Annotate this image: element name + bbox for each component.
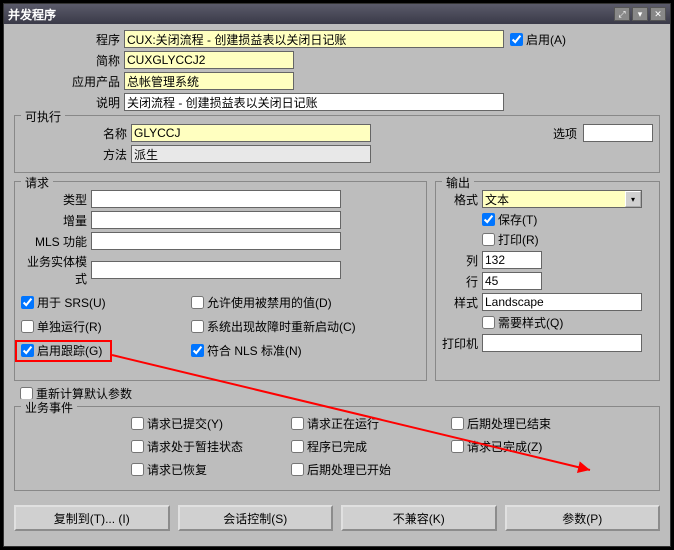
program-field[interactable] — [124, 30, 504, 48]
printer-field[interactable] — [482, 334, 642, 352]
save-checkbox[interactable]: 保存(T) — [482, 211, 537, 228]
need-style-checkbox[interactable]: 需要样式(Q) — [482, 314, 563, 331]
short-label: 简称 — [14, 52, 124, 69]
entity-field[interactable] — [91, 261, 341, 279]
mls-field[interactable] — [91, 232, 341, 250]
running-checkbox[interactable]: 请求正在运行 — [291, 415, 451, 432]
incr-field[interactable] — [91, 211, 341, 229]
window-title: 并发程序 — [8, 6, 614, 23]
mls-label: MLS 功能 — [21, 233, 91, 250]
col-label: 列 — [442, 252, 482, 269]
alone-checkbox[interactable]: 单独运行(R) — [21, 317, 191, 335]
incr-label: 增量 — [21, 212, 91, 229]
chevron-down-icon[interactable]: ▾ — [625, 191, 641, 207]
style-label: 样式 — [442, 294, 482, 311]
submitted-checkbox[interactable]: 请求已提交(Y) — [131, 415, 291, 432]
biz-group: 业务事件 请求已提交(Y) 请求正在运行 后期处理已结束 请求处于暂挂状态 程序… — [14, 406, 660, 491]
format-select[interactable] — [482, 190, 642, 208]
trace-checkbox[interactable]: 启用跟踪(G) — [21, 341, 191, 359]
paused-checkbox[interactable]: 请求处于暂挂状态 — [131, 438, 291, 455]
options-label: 选项 — [553, 125, 583, 142]
row-field[interactable] — [482, 272, 542, 290]
nls-checkbox[interactable]: 符合 NLS 标准(N) — [191, 341, 361, 359]
incompat-button[interactable]: 不兼容(K) — [341, 505, 497, 531]
exec-name-field[interactable] — [131, 124, 371, 142]
type-label: 类型 — [21, 191, 91, 208]
method-label: 方法 — [21, 146, 131, 163]
request-group: 请求 类型 增量 MLS 功能 业务实体模式 用于 SRS(U) 允许使用被禁用… — [14, 181, 427, 381]
title-bar: 并发程序 ⤢ ▾ ✕ — [4, 4, 670, 24]
params-button[interactable]: 参数(P) — [505, 505, 661, 531]
exec-name-label: 名称 — [21, 125, 131, 142]
minimize-icon[interactable]: ▾ — [632, 7, 648, 21]
post-done-checkbox[interactable]: 后期处理已结束 — [451, 415, 611, 432]
format-label: 格式 — [442, 191, 482, 208]
style-field[interactable] — [482, 293, 642, 311]
type-field[interactable] — [91, 190, 341, 208]
resumed-checkbox[interactable]: 请求已恢复 — [131, 461, 291, 478]
short-field[interactable] — [124, 51, 294, 69]
restore-icon[interactable]: ⤢ — [614, 7, 630, 21]
printer-label: 打印机 — [442, 335, 482, 352]
allow-checkbox[interactable]: 允许使用被禁用的值(D) — [191, 293, 361, 311]
prog-done-checkbox[interactable]: 程序已完成 — [291, 438, 451, 455]
post-start-checkbox[interactable]: 后期处理已开始 — [291, 461, 451, 478]
method-field — [131, 145, 371, 163]
srs-checkbox[interactable]: 用于 SRS(U) — [21, 293, 191, 311]
app-field[interactable] — [124, 72, 294, 90]
enable-checkbox[interactable]: 启用(A) — [510, 31, 566, 48]
program-label: 程序 — [14, 31, 124, 48]
options-field[interactable] — [583, 124, 653, 142]
restart-checkbox[interactable]: 系统出现故障时重新启动(C) — [191, 317, 361, 335]
row-label: 行 — [442, 273, 482, 290]
output-group: 输出 格式 ▾ 保存(T) 打印(R) 列 行 样式 需要样式(Q) 打印机 — [435, 181, 660, 381]
desc-field[interactable] — [124, 93, 504, 111]
req-done-checkbox[interactable]: 请求已完成(Z) — [451, 438, 611, 455]
app-label: 应用产品 — [14, 73, 124, 90]
executable-group: 可执行 名称 选项 方法 — [14, 115, 660, 173]
session-button[interactable]: 会话控制(S) — [178, 505, 334, 531]
print-checkbox[interactable]: 打印(R) — [482, 231, 539, 248]
close-icon[interactable]: ✕ — [650, 7, 666, 21]
recalc-checkbox[interactable]: 重新计算默认参数 — [20, 385, 427, 402]
copy-to-button[interactable]: 复制到(T)... (I) — [14, 505, 170, 531]
col-field[interactable] — [482, 251, 542, 269]
entity-label: 业务实体模式 — [21, 253, 91, 287]
